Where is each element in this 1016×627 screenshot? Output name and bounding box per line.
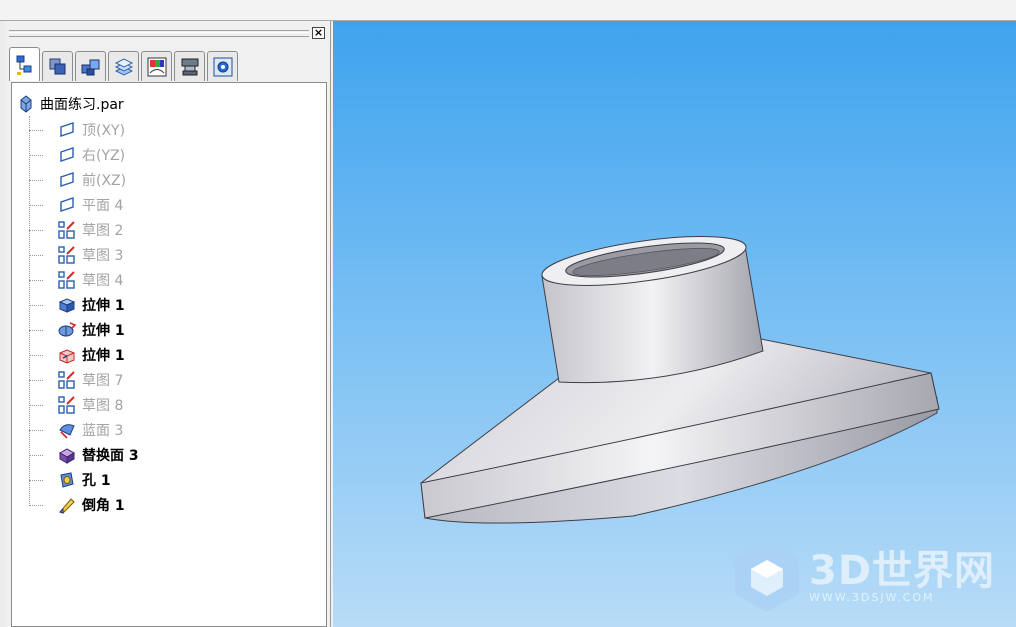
tab-settings[interactable] (207, 51, 238, 81)
tree-item-label: 草图 7 (82, 373, 124, 389)
reference-plane-icon (60, 147, 74, 162)
watermark: 3D世界网 WWW.3DSJW.COM (731, 538, 995, 614)
tree-item-sketch-2[interactable]: 草图 2 (29, 219, 123, 241)
sketch-icon (58, 396, 75, 414)
tree-item-label: 顶(XY) (82, 123, 126, 139)
tree-item-replace-face-3[interactable]: 替换面 3 (29, 444, 139, 466)
sketch-icon (58, 221, 75, 239)
tree-item-plane-4[interactable]: 平面 4 (29, 194, 123, 216)
parts-library-icon (49, 58, 65, 74)
tree-item-label: 孔 1 (82, 473, 111, 489)
tree-item-label: 草图 3 (82, 248, 124, 264)
tree-item-label: 拉伸 1 (82, 298, 125, 314)
tree-item-label: 倒角 1 (82, 498, 125, 514)
tree-root-label: 曲面练习.par (40, 97, 124, 113)
tree-item-right-plane[interactable]: 右(YZ) (29, 144, 125, 166)
3d-viewport[interactable]: 3D世界网 WWW.3DSJW.COM (333, 21, 1016, 627)
reference-plane-icon (60, 197, 74, 212)
sensors-icon (181, 58, 198, 75)
tree-item-revolve-1[interactable]: 拉伸 1 (29, 319, 125, 341)
replace-face-icon (58, 448, 76, 464)
tree-item-sketch-8[interactable]: 草图 8 (29, 394, 123, 416)
tree-item-front-plane[interactable]: 前(XZ) (29, 169, 126, 191)
top-toolbar (0, 0, 1016, 21)
close-panel-button[interactable]: × (312, 27, 325, 39)
tree-item-sketch-4[interactable]: 草图 4 (29, 269, 123, 291)
tree-item-hole-1[interactable]: 孔 1 (29, 469, 111, 491)
pathfinder-panel: × 曲面练习.par 顶(XY) 右(YZ) 前(XZ) 平面 4 草图 2 草… (5, 21, 331, 627)
family-of-parts-icon (81, 59, 99, 75)
tree-item-sketch-7[interactable]: 草图 7 (29, 369, 123, 391)
tab-parts-library[interactable] (42, 51, 73, 81)
tree-item-label: 蓝面 3 (82, 423, 124, 439)
tree-item-label: 拉伸 1 (82, 323, 125, 339)
tree-item-label: 平面 4 (82, 198, 124, 214)
hole-icon (60, 472, 74, 488)
tree-item-label: 前(XZ) (82, 173, 127, 189)
tree-item-label: 替换面 3 (82, 448, 139, 464)
tree-item-label: 拉伸 1 (82, 348, 125, 364)
part-file-icon (20, 95, 32, 113)
tab-sensors[interactable] (174, 51, 205, 81)
bluesurf-icon (59, 424, 75, 439)
tree-item-label: 草图 2 (82, 223, 124, 239)
cube-logo-icon (735, 540, 799, 612)
reference-plane-icon (60, 172, 74, 187)
sketch-icon (58, 271, 75, 289)
tree-root[interactable]: 曲面练习.par (18, 93, 124, 115)
tab-feature-tree[interactable] (9, 47, 40, 81)
revolved-part-model[interactable] (333, 21, 1016, 627)
feature-tree-icon (16, 55, 31, 75)
extrude-surface-icon (59, 349, 75, 364)
tree-item-top-plane[interactable]: 顶(XY) (29, 119, 125, 141)
sketch-icon (58, 371, 75, 389)
feature-tree: 曲面练习.par 顶(XY) 右(YZ) 前(XZ) 平面 4 草图 2 草图 … (11, 82, 327, 627)
layers-icon (114, 57, 133, 76)
tab-family-of-parts[interactable] (75, 51, 106, 81)
tree-item-extrude-1[interactable]: 拉伸 1 (29, 294, 125, 316)
color-manager-icon (147, 57, 166, 76)
sketch-icon (58, 246, 75, 264)
tab-color-manager[interactable] (141, 51, 172, 81)
settings-icon (213, 57, 232, 76)
chamfer-icon (59, 498, 75, 514)
tree-item-chamfer-1[interactable]: 倒角 1 (29, 494, 125, 516)
reference-plane-icon (60, 122, 74, 137)
tab-layers[interactable] (108, 51, 139, 81)
tree-item-extrude-surface-1[interactable]: 拉伸 1 (29, 344, 125, 366)
tree-item-label: 右(YZ) (82, 148, 126, 164)
watermark-brand: 3D世界网 (809, 547, 996, 594)
tree-item-label: 草图 4 (82, 273, 124, 289)
extrude-icon (58, 298, 76, 313)
revolve-icon (58, 322, 77, 337)
tree-item-label: 草图 8 (82, 398, 124, 414)
tree-item-sketch-3[interactable]: 草图 3 (29, 244, 123, 266)
tree-item-bluesurf-3[interactable]: 蓝面 3 (29, 419, 123, 441)
